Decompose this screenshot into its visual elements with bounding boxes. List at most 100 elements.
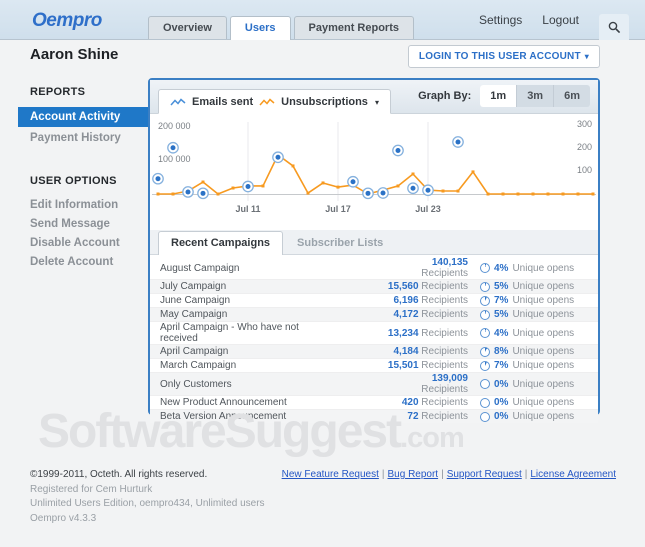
- table-row[interactable]: May Campaign 4,172 Recipients 5%Unique o…: [150, 307, 598, 321]
- recipients-cell: 4,184 Recipients: [316, 346, 468, 357]
- search-button[interactable]: [599, 14, 629, 40]
- sidebar-section-reports: REPORTS: [0, 86, 148, 98]
- table-row[interactable]: June Campaign 6,196 Recipients 7%Unique …: [150, 293, 598, 307]
- app-logo[interactable]: Oempro: [32, 10, 102, 32]
- legend-unsubscriptions-label: Unsubscriptions: [281, 96, 368, 108]
- chevron-down-icon: ▾: [375, 98, 379, 107]
- chart-header: Emails sent Unsubscriptions ▾ Graph By: …: [150, 80, 598, 114]
- recipients-label: Recipients: [421, 309, 468, 320]
- recipients-label: Recipients: [421, 328, 468, 339]
- opens-pie-icon: [480, 263, 490, 273]
- table-row[interactable]: March Campaign 15,501 Recipients 7%Uniqu…: [150, 358, 598, 372]
- recipients-count: 139,009: [316, 373, 468, 384]
- opens-percent: 8%: [494, 346, 508, 357]
- sidebar-item-send-message[interactable]: Send Message: [0, 215, 148, 234]
- campaign-name: August Campaign: [160, 263, 316, 274]
- opens-cell: 0% Unique opens: [468, 379, 590, 390]
- right-axis-tick-200: 200: [577, 142, 592, 152]
- opens-label: Unique opens: [512, 397, 574, 408]
- opens-cell: 7%Unique opens: [468, 295, 590, 306]
- opens-percent: 0%: [494, 397, 508, 408]
- recipients-label: Recipients: [421, 281, 468, 292]
- footer-links: New Feature Request|Bug Report|Support R…: [282, 469, 616, 480]
- sidebar-section-user-options: USER OPTIONS: [0, 175, 148, 187]
- recipients-cell: 15,560 Recipients: [316, 281, 468, 292]
- recipients-cell: 72 Recipients: [316, 411, 468, 422]
- opens-pie-icon: [480, 379, 490, 389]
- opens-pie-icon: [480, 296, 490, 306]
- tab-overview[interactable]: Overview: [148, 16, 227, 39]
- sidebar-item-delete-account[interactable]: Delete Account: [0, 253, 148, 272]
- sidebar-item-edit-information[interactable]: Edit Information: [0, 196, 148, 215]
- footer-version: Oempro v4.3.3: [30, 512, 265, 527]
- table-row[interactable]: Beta Version Announcement 72 Recipients …: [150, 409, 598, 423]
- link-new-feature-request[interactable]: New Feature Request: [282, 469, 379, 480]
- recipients-label: Recipients: [421, 397, 468, 408]
- opens-cell: 0%Unique opens: [468, 411, 590, 422]
- link-license-agreement[interactable]: License Agreement: [530, 469, 616, 480]
- recipients-label: Recipients: [316, 268, 468, 279]
- login-to-user-account-button[interactable]: LOGIN TO THIS USER ACCOUNT▾: [408, 45, 600, 68]
- footer-edition: Unlimited Users Edition, oempro434, Unli…: [30, 497, 265, 512]
- table-row[interactable]: Only Customers 139,009 Recipients 0%Uniq…: [150, 372, 598, 395]
- table-row[interactable]: July Campaign 15,560 Recipients 5%Unique…: [150, 279, 598, 293]
- left-axis-tick-200000: 200 000: [158, 121, 191, 131]
- chart-canvas: [150, 117, 598, 203]
- tab-payment-reports[interactable]: Payment Reports: [294, 16, 414, 39]
- sidebar-item-account-activity[interactable]: Account Activity: [18, 107, 148, 127]
- recipients-count: 4,184: [393, 346, 418, 357]
- link-support-request[interactable]: Support Request: [447, 469, 522, 480]
- recipients-cell: 6,196 Recipients: [316, 295, 468, 306]
- search-icon: [608, 21, 621, 34]
- opens-cell: 5%Unique opens: [468, 281, 590, 292]
- sidebar-item-payment-history[interactable]: Payment History: [0, 129, 148, 148]
- opens-pie-icon: [480, 398, 490, 408]
- activity-chart: 200 000 100 000 300 200 100 Jul 11 Jul 1…: [150, 117, 598, 219]
- table-row[interactable]: August Campaign 140,135 Recipients 4%Uni…: [150, 257, 598, 279]
- opens-pie-icon: [480, 282, 490, 292]
- recipients-cell: 140,135 Recipients: [316, 257, 468, 279]
- opens-label: Unique opens: [512, 411, 574, 422]
- left-axis-tick-100000: 100 000: [158, 154, 191, 164]
- right-axis-tick-300: 300: [577, 119, 592, 129]
- link-separator: |: [525, 469, 528, 480]
- settings-link[interactable]: Settings: [479, 13, 522, 27]
- recipients-count: 15,501: [388, 360, 419, 371]
- range-6m-button[interactable]: 6m: [554, 85, 590, 107]
- campaign-name: May Campaign: [160, 309, 316, 320]
- recipients-cell: 420 Recipients: [316, 397, 468, 408]
- range-3m-button[interactable]: 3m: [517, 85, 554, 107]
- footer-info: ©1999-2011, Octeth. All rights reserved.…: [30, 468, 265, 526]
- opens-pie-icon: [480, 361, 490, 371]
- range-1m-button[interactable]: 1m: [480, 85, 517, 107]
- recipients-cell: 13,234 Recipients: [316, 328, 468, 339]
- opens-label: Unique opens: [512, 263, 574, 274]
- campaign-name: April Campaign: [160, 346, 316, 357]
- table-row[interactable]: April Campaign - Who have not received 1…: [150, 321, 598, 344]
- recipients-count: 4,172: [393, 309, 418, 320]
- login-button-label: LOGIN TO THIS USER ACCOUNT: [419, 51, 581, 62]
- tab-users[interactable]: Users: [230, 16, 291, 40]
- table-row[interactable]: April Campaign 4,184 Recipients 8% Unique…: [150, 344, 598, 358]
- opens-label: Unique opens: [512, 328, 574, 339]
- opens-label: Unique opens: [512, 346, 574, 357]
- campaign-name: April Campaign - Who have not received: [160, 322, 316, 344]
- link-bug-report[interactable]: Bug Report: [388, 469, 439, 480]
- recipients-label: Recipients: [421, 411, 468, 422]
- opens-percent: 0%: [494, 379, 508, 390]
- x-axis-tick-jul-17: Jul 17: [308, 204, 368, 214]
- footer-copyright: ©1999-2011, Octeth. All rights reserved.: [30, 468, 265, 483]
- sidebar-item-disable-account[interactable]: Disable Account: [0, 234, 148, 253]
- opens-label: Unique opens: [512, 379, 574, 390]
- table-row[interactable]: New Product Announcement 420 Recipients …: [150, 395, 598, 409]
- logout-link[interactable]: Logout: [542, 13, 579, 27]
- opens-cell: 8% Unique opens: [468, 346, 590, 357]
- x-axis-tick-jul-23: Jul 23: [398, 204, 458, 214]
- recipients-count: 420: [402, 397, 419, 408]
- link-separator: |: [382, 469, 385, 480]
- tab-subscriber-lists[interactable]: Subscriber Lists: [285, 232, 395, 254]
- account-activity-panel: Emails sent Unsubscriptions ▾ Graph By: …: [148, 78, 600, 415]
- tab-recent-campaigns[interactable]: Recent Campaigns: [158, 231, 283, 255]
- chart-legend-dropdown[interactable]: Emails sent Unsubscriptions ▾: [158, 89, 391, 114]
- recipients-count: 72: [407, 411, 418, 422]
